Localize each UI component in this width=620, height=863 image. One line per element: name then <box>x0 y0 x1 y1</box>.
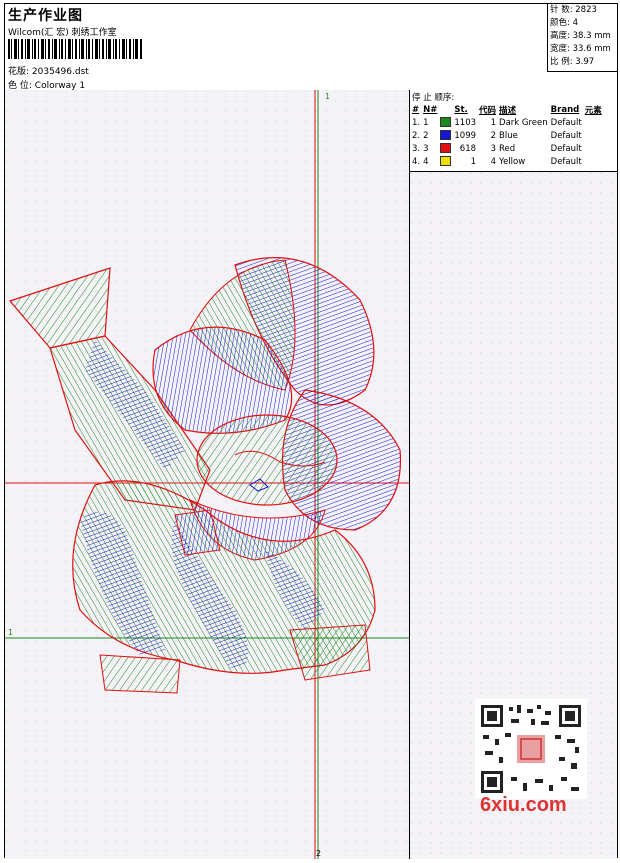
row-code: 4 <box>490 156 497 167</box>
axis-label-top: 1 <box>325 92 330 101</box>
row-swatch <box>440 155 454 168</box>
col-header-code: 代码 <box>479 106 497 116</box>
table-row: 3. 3 618 3 Red Default <box>412 142 605 155</box>
design-preview: 1 2 1 <box>5 90 410 859</box>
row-index: 4. <box>412 156 421 167</box>
row-brand: Default <box>550 117 582 128</box>
col-header-stitches: St. <box>454 105 468 115</box>
row-n: 2 <box>423 130 429 141</box>
row-index: 1. <box>412 117 421 128</box>
row-brand: Default <box>550 156 582 167</box>
row-index: 3. <box>412 143 421 154</box>
watermark-text: 6xiu.com <box>480 794 567 816</box>
row-n: 4 <box>423 156 429 167</box>
row-code: 2 <box>490 130 497 141</box>
stop-sequence-table: # N# St. 代码 描述 Brand 元素 1. 1 1103 1 Dark Gre… <box>412 104 605 168</box>
embroidery-preview: 1 2 1 <box>5 90 409 859</box>
color-count: 颜色: 4 <box>550 18 578 28</box>
design-label: 花版: <box>8 67 30 77</box>
row-code: 1 <box>490 117 497 128</box>
row-element <box>585 129 605 142</box>
row-desc: Yellow <box>499 156 526 167</box>
col-header-swatch <box>440 104 454 116</box>
row-stitches: 618 <box>459 143 477 154</box>
col-header-desc: 描述 <box>499 106 517 116</box>
row-element <box>585 116 605 129</box>
row-swatch <box>440 129 454 142</box>
table-header-row: # N# St. 代码 描述 Brand 元素 <box>412 104 605 116</box>
table-row: 1. 1 1103 1 Dark Green Default <box>412 116 605 129</box>
color-swatch <box>440 117 452 128</box>
table-row: 2. 2 1099 2 Blue Default <box>412 129 605 142</box>
design-file: 2035496.dst <box>31 67 89 77</box>
barcode <box>8 39 142 59</box>
page-title: 生产作业图 <box>8 8 83 24</box>
color-swatch <box>440 130 452 141</box>
production-worksheet: 生产作业图 Wilcom(汇 宏) 刺绣工作室 花版: 2035496.dst … <box>4 3 618 859</box>
color-swatch <box>440 143 452 154</box>
col-header-brand: Brand <box>550 105 580 115</box>
stitch-count: 针 数: 2823 <box>550 5 597 15</box>
row-stitches: 1103 <box>454 117 477 128</box>
color-swatch <box>440 156 452 167</box>
design-width: 宽度: 33.6 mm <box>550 44 611 54</box>
company-name: Wilcom(汇 宏) 刺绣工作室 <box>8 28 117 38</box>
stop-sequence-title: 停 止 顺序: <box>412 93 455 103</box>
row-n: 1 <box>423 117 429 128</box>
stop-sequence-panel: 停 止 顺序: # N# St. 代码 描述 Brand 元素 1. 1 1103 1… <box>410 90 617 172</box>
header: 生产作业图 Wilcom(汇 宏) 刺绣工作室 花版: 2035496.dst … <box>5 4 618 91</box>
row-index: 2. <box>412 130 421 141</box>
row-brand: Default <box>550 130 582 141</box>
row-brand: Default <box>550 143 582 154</box>
row-desc: Red <box>499 143 516 154</box>
row-desc: Blue <box>499 130 518 141</box>
row-code: 3 <box>490 143 497 154</box>
axis-label-bottom: 2 <box>316 849 321 858</box>
table-row: 4. 4 1 4 Yellow Default <box>412 155 605 168</box>
row-element <box>585 155 605 168</box>
axis-label-left: 1 <box>8 628 13 637</box>
col-header-n: N# <box>423 105 438 115</box>
col-header-element: 元素 <box>584 106 602 116</box>
row-stitches: 1 <box>470 156 477 167</box>
col-header-index: # <box>412 105 420 115</box>
row-n: 3 <box>423 143 429 154</box>
design-height: 高度: 38.3 mm <box>550 31 611 41</box>
stats-box: 针 数: 2823 颜色: 4 高度: 38.3 mm 宽度: 33.6 mm … <box>547 4 618 72</box>
design-scale: 比 例: 3.97 <box>550 57 595 67</box>
row-swatch <box>440 116 454 129</box>
row-desc: Dark Green <box>499 117 548 128</box>
row-swatch <box>440 142 454 155</box>
row-element <box>585 142 605 155</box>
row-stitches: 1099 <box>454 130 477 141</box>
design-file-line: 花版: 2035496.dst <box>8 64 89 77</box>
